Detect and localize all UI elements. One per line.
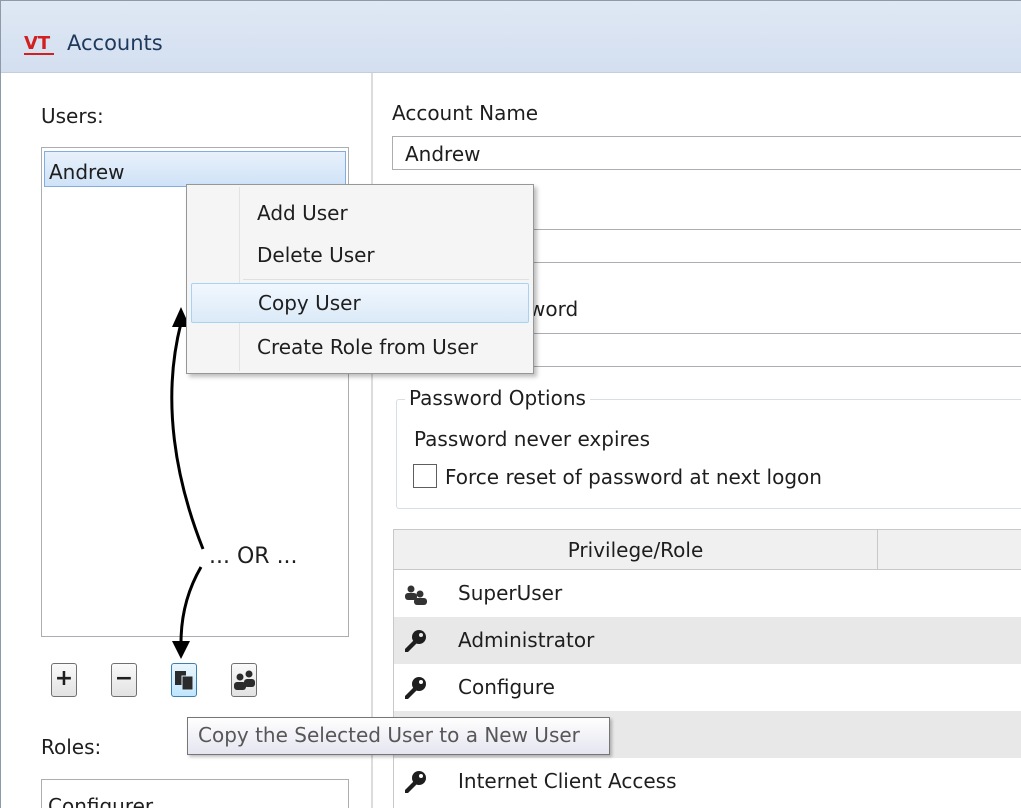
menu-separator xyxy=(243,279,529,280)
menu-item-add-user[interactable]: Add User xyxy=(191,193,529,233)
accounts-window: VT Accounts Users: Andrew + − Roles: Con… xyxy=(0,0,1021,808)
or-annotation: ... OR ... xyxy=(209,544,298,569)
context-menu: Add User Delete User Copy User Create Ro… xyxy=(186,184,534,374)
menu-item-create-role[interactable]: Create Role from User xyxy=(191,327,529,367)
copy-user-tooltip: Copy the Selected User to a New User xyxy=(187,717,610,755)
menu-item-copy-user[interactable]: Copy User xyxy=(191,283,529,323)
annotation-arrows xyxy=(170,307,205,659)
menu-item-delete-user[interactable]: Delete User xyxy=(191,235,529,275)
